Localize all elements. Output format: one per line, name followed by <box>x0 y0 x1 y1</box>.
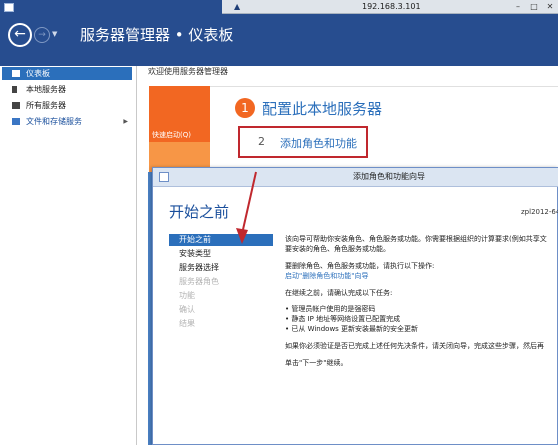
wizard-nav-installation-type[interactable]: 安装类型 <box>169 248 273 260</box>
prerequisites-heading: 在继续之前，请确认完成以下任务: <box>285 289 393 297</box>
sidebar-item-label: 仪表板 <box>26 69 50 78</box>
step-2-number: 2 <box>258 135 265 148</box>
annotation-arrow-icon <box>236 171 257 244</box>
storage-icon <box>12 118 20 125</box>
close-icon[interactable]: ✕ <box>544 1 556 13</box>
chevron-right-icon[interactable]: ▶ <box>123 115 128 128</box>
task-list-item: • 静态 IP 地址等网络设置已配置完成 <box>285 315 401 323</box>
add-roles-wizard-dialog: 添加角色和功能向导 开始之前 zpl2012-64 开始之前 安装类型 服务器选… <box>152 167 558 445</box>
dashboard-icon <box>12 70 20 77</box>
servers-icon <box>12 102 20 109</box>
target-server-name: zpl2012-64 <box>521 208 558 216</box>
restore-icon[interactable]: □ <box>528 1 540 13</box>
task-list-item: • 已从 Windows 更新安装最新的安全更新 <box>285 325 419 333</box>
welcome-heading: 欢迎使用服务器管理器 <box>148 67 228 76</box>
remove-roles-wizard-link[interactable]: 启动"删除角色和功能"向导 <box>285 271 368 281</box>
wizard-app-icon[interactable] <box>159 172 169 182</box>
wizard-nav-results: 结果 <box>179 319 195 328</box>
wizard-nav-server-selection[interactable]: 服务器选择 <box>169 262 273 274</box>
task-list-item: • 管理员帐户使用的是强密码 <box>285 305 376 313</box>
intro-text-line-1: 该向导可帮助你安装角色、角色服务或功能。你需要根据组织的计算要求(例如共享文 <box>285 235 547 243</box>
quick-start-label: 快速启动(Q) <box>152 131 191 139</box>
wizard-page-heading: 开始之前 <box>169 203 230 221</box>
configure-local-server-link[interactable]: 配置此本地服务器 <box>262 98 382 120</box>
sidebar-item-all-servers[interactable]: 所有服务器 <box>2 99 132 112</box>
add-roles-features-link[interactable]: 添加角色和功能 <box>280 135 357 151</box>
remove-roles-text: 要删除角色、角色服务或功能，请执行以下操作: <box>285 262 435 270</box>
sidebar-item-file-storage[interactable]: 文件和存储服务 ▶ <box>2 115 132 128</box>
wizard-nav-server-roles: 服务器角色 <box>179 277 219 286</box>
history-dropdown-icon[interactable]: ▼ <box>52 30 57 38</box>
wizard-nav-confirmation: 确认 <box>179 305 195 314</box>
wizard-nav-features: 功能 <box>179 291 195 300</box>
step-1-badge: 1 <box>235 98 255 118</box>
click-next-text: 单击"下一步"继续。 <box>285 359 348 367</box>
wizard-title: 添加角色和功能向导 <box>353 172 425 181</box>
sidebar-item-dashboard[interactable]: 仪表板 <box>2 67 132 80</box>
sidebar-item-local-server[interactable]: 本地服务器 <box>2 83 132 96</box>
remote-session-bar: ▲ 192.168.3.101 – □ ✕ <box>222 0 558 14</box>
wizard-nav: 开始之前 安装类型 服务器选择 服务器角色 功能 确认 结果 <box>153 234 275 445</box>
page-title: 服务器管理器 • 仪表板 <box>80 26 234 44</box>
add-roles-highlight-box[interactable]: 2 添加角色和功能 <box>238 126 368 158</box>
remote-ip: 192.168.3.101 <box>362 2 421 11</box>
intro-text-line-2: 要安装的角色、角色服务或功能。 <box>285 245 390 253</box>
server-icon <box>12 86 17 93</box>
sidebar-item-label: 所有服务器 <box>26 101 66 110</box>
minimize-icon[interactable]: – <box>512 1 524 13</box>
pin-icon[interactable]: ▲ <box>234 2 246 12</box>
app-system-icon[interactable] <box>4 3 14 12</box>
sidebar-item-label: 文件和存储服务 <box>26 117 82 126</box>
back-button[interactable]: ← <box>8 23 32 47</box>
forward-button[interactable]: → <box>34 27 50 43</box>
quick-start-tile[interactable]: 快速启动(Q) <box>149 86 210 142</box>
wizard-title-bar[interactable]: 添加角色和功能向导 <box>153 168 558 187</box>
verify-prerequisites-text: 如果你必须验证是否已完成上述任何先决条件，请关闭向导，完成这些步骤，然后再 <box>285 342 544 350</box>
sidebar-item-label: 本地服务器 <box>26 85 66 94</box>
sidebar: 仪表板 本地服务器 所有服务器 文件和存储服务 ▶ <box>0 66 137 445</box>
